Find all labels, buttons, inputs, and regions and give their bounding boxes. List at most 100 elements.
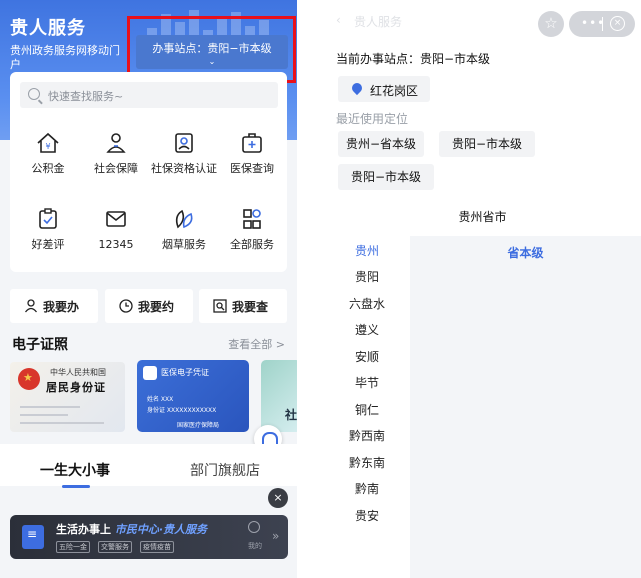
service-item-all-services[interactable]: 全部服务 [218, 208, 286, 252]
location-label: 红花岗区 [370, 84, 419, 98]
search-placeholder: 快速查找服务~ [48, 90, 124, 103]
banner-chip: 交警服务 [98, 541, 132, 553]
service-item-housing-fund[interactable]: ¥ 公积金 [14, 132, 82, 176]
id-check-icon [175, 133, 193, 153]
profile-icon [248, 521, 260, 533]
service-item-hotline[interactable]: 12345 [82, 208, 150, 252]
certificate-card-partial[interactable]: 社 [261, 360, 297, 432]
service-label: 烟草服务 [162, 238, 206, 251]
level-item[interactable]: 省本级 [410, 244, 641, 261]
medical-insurance-card[interactable]: 医保电子凭证 姓名 XXX 身份证 XXXXXXXXXXXX 国家医疗保障局 [137, 360, 249, 432]
query-label: 我要查 [232, 300, 269, 314]
service-label: 医保查询 [230, 162, 274, 175]
double-chevron-right-icon: » [272, 529, 280, 543]
active-tab-indicator [62, 485, 90, 488]
service-item-qualification-check[interactable]: 社保资格认证 [150, 132, 218, 176]
favorite-star-icon[interactable]: ☆ [538, 11, 564, 37]
leaf-icon [175, 209, 193, 229]
close-circle-icon[interactable]: × [610, 16, 625, 31]
city-item[interactable]: 遵义 [324, 321, 410, 338]
tab-department-stores[interactable]: 部门旗舰店 [190, 460, 260, 480]
search-input[interactable]: 快速查找服务~ [20, 82, 278, 108]
city-item[interactable]: 毕节 [324, 374, 410, 391]
certificates-title: 电子证照 [12, 337, 68, 353]
medical-card-title: 医保电子凭证 [161, 368, 209, 377]
mini-program-capsule: ••• × [569, 11, 635, 37]
service-item-medical-insurance[interactable]: 医保查询 [218, 132, 286, 176]
recent-location-chip[interactable]: 贵阳−市本级 [338, 164, 434, 190]
id-card-line [20, 406, 80, 408]
medical-card-id: 身份证 XXXXXXXXXXXX [147, 407, 217, 414]
service-label: 社会保障 [94, 162, 138, 175]
tab-life-events[interactable]: 一生大小事 [40, 460, 110, 480]
banner-chip: 疫情疫苗 [140, 541, 174, 553]
envelope-icon [106, 211, 126, 227]
level-list: 省本级 [410, 236, 641, 578]
recent-location-chip[interactable]: 贵州−省本级 [338, 131, 424, 157]
city-list: 贵州 贵阳 六盘水 遵义 安顺 毕节 铜仁 黔西南 黔东南 黔南 贵安 [324, 236, 410, 578]
service-item-social-security[interactable]: 社会保障 [82, 132, 150, 176]
banner-highlight: 市民中心·贵人服务 [114, 523, 208, 536]
station-picker-screen: ‹ 贵人服务 ☆ ••• × 当前办事站点：贵阳−市本级 红花岗区 最近使用定位… [324, 0, 641, 578]
city-item[interactable]: 六盘水 [324, 295, 410, 312]
id-card-title: 居民身份证 [46, 381, 106, 394]
close-icon[interactable]: × [268, 488, 288, 508]
apply-label: 我要办 [43, 300, 80, 314]
back-icon[interactable]: ‹ [336, 13, 341, 27]
capsule-divider [602, 17, 603, 31]
banner-chip: 五险一金 [56, 541, 90, 553]
city-item[interactable]: 安顺 [324, 348, 410, 365]
medical-card-issuer: 国家医疗保障局 [177, 422, 220, 429]
city-item[interactable]: 黔东南 [324, 454, 410, 471]
banner-prefix: 生活办事上 [56, 523, 111, 536]
rating-clipboard-icon [39, 208, 57, 229]
promo-banner[interactable]: 生活办事上 市民中心·贵人服务 五险一金 交警服务 疫情疫苗 我的 » [10, 515, 288, 559]
service-label: 好差评 [31, 238, 65, 251]
city-item[interactable]: 贵阳 [324, 268, 410, 285]
service-item-rating[interactable]: 好差评 [14, 208, 82, 252]
city-item[interactable]: 贵州 [324, 242, 410, 259]
search-box-icon [213, 299, 227, 313]
city-item[interactable]: 铜仁 [324, 401, 410, 418]
medical-insurance-logo-icon [143, 366, 157, 380]
current-location-chip[interactable]: 红花岗区 [338, 76, 430, 102]
third-card-text: 社 [285, 408, 297, 422]
banner-headline: 生活办事上 市民中心·贵人服务 [56, 521, 207, 537]
city-item[interactable]: 黔西南 [324, 427, 410, 444]
document-icon [22, 525, 44, 549]
appointment-button[interactable]: 我要约 [105, 289, 193, 323]
person-icon [24, 299, 38, 313]
id-card[interactable]: 中华人民共和国 居民身份证 [10, 362, 125, 432]
service-item-tobacco[interactable]: 烟草服务 [150, 208, 218, 252]
query-button[interactable]: 我要查 [199, 289, 287, 323]
view-all-link[interactable]: 查看全部 > [228, 336, 285, 352]
search-icon [28, 88, 40, 100]
service-label: 全部服务 [230, 238, 274, 251]
current-station-text: 当前办事站点：贵阳−市本级 [336, 52, 491, 66]
apply-button[interactable]: 我要办 [10, 289, 98, 323]
medical-box-icon [242, 133, 262, 153]
id-card-country: 中华人民共和国 [50, 368, 106, 377]
recent-location-chip[interactable]: 贵阳−市本级 [439, 131, 535, 157]
app-title: 贵人服务 [10, 18, 86, 39]
id-card-line [20, 414, 68, 416]
appointment-label: 我要约 [138, 300, 175, 314]
service-label: 社保资格认证 [151, 162, 217, 175]
id-card-line [20, 422, 104, 424]
app-subtitle: 贵州政务服务网移动门户 [10, 44, 120, 70]
clock-icon [119, 299, 133, 313]
profile-label: 我的 [248, 542, 262, 550]
city-item[interactable]: 贵安 [324, 507, 410, 524]
medical-card-name: 姓名 XXX [147, 396, 174, 403]
house-yuan-icon: ¥ [37, 132, 59, 153]
svg-text:¥: ¥ [45, 142, 50, 151]
national-emblem-icon [18, 368, 40, 390]
nav-bar: ‹ 贵人服务 ☆ ••• × [324, 0, 641, 44]
recent-locations-label: 最近使用定位 [336, 112, 409, 126]
screenshot-canvas: 贵人服务 贵州政务服务网移动门户 办事站点：贵阳−市本级 ⌄ 快速查找服务~ ¥… [0, 0, 641, 578]
province-city-title: 贵州省市 [458, 210, 507, 224]
service-label: 公积金 [31, 162, 65, 175]
grid-apps-icon [243, 209, 261, 229]
service-label: 12345 [98, 238, 134, 251]
city-item[interactable]: 黔南 [324, 480, 410, 497]
